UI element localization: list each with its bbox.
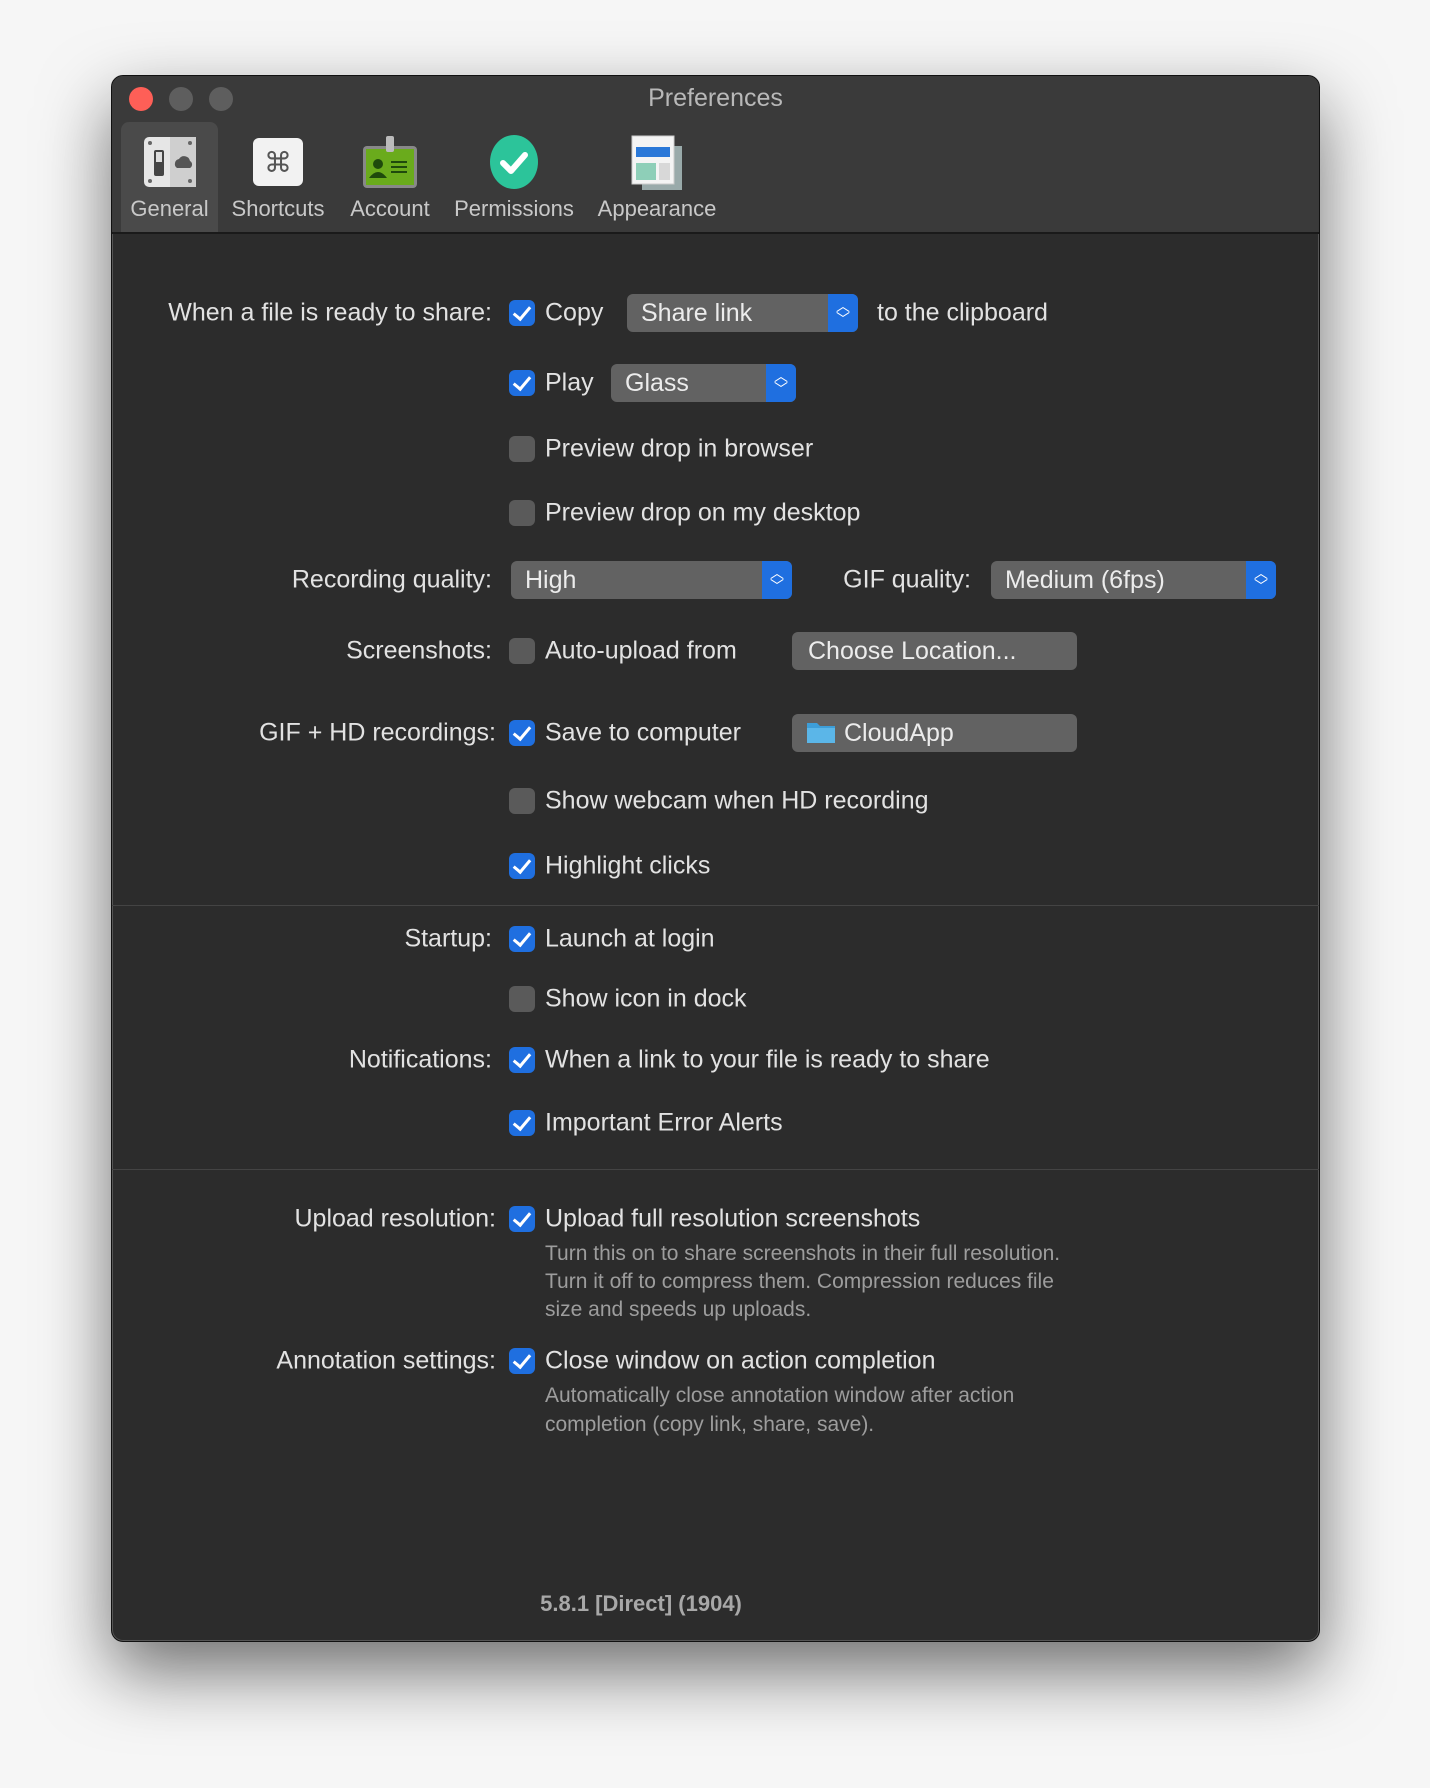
auto-upload-label: Auto-upload from (545, 636, 737, 665)
chevron-up-down-icon: ︿ ﹀ (766, 364, 796, 402)
svg-text:⌘: ⌘ (264, 146, 292, 179)
link-ready-label: When a link to your file is ready to sha… (545, 1045, 990, 1074)
copy-label: Copy (545, 298, 604, 327)
window-title: Preferences (648, 84, 783, 112)
checkmark-circle-icon (490, 135, 538, 189)
notifications-label: Notifications: (348, 1045, 492, 1074)
select-value: Share link (641, 299, 753, 327)
play-label: Play (545, 368, 594, 397)
close-window-label: Close window on action completion (545, 1346, 936, 1375)
version-label: 5.8.1 [Direct] (1904) (540, 1591, 742, 1616)
sound-select[interactable]: Glass ︿ ﹀ (611, 364, 796, 402)
clipboard-text: to the clipboard (877, 298, 1048, 327)
full-resolution-checkbox[interactable] (509, 1206, 535, 1232)
select-value: Medium (6fps) (1005, 566, 1165, 594)
webcam-checkbox[interactable] (509, 788, 535, 814)
preferences-window: Preferences General ⌘ Shortcuts Account … (111, 75, 1320, 1642)
upload-description: Turn this on to share screenshots in the… (545, 1242, 1061, 1265)
annotation-description: Automatically close annotation window af… (545, 1384, 1015, 1407)
highlight-clicks-label: Highlight clicks (545, 851, 711, 880)
annotation-description: completion (copy link, share, save). (545, 1413, 875, 1436)
preview-desktop-checkbox[interactable] (509, 500, 535, 526)
error-alerts-label: Important Error Alerts (545, 1108, 783, 1137)
gif-quality-select[interactable]: Medium (6fps) ︿ ﹀ (991, 561, 1276, 599)
save-folder-button[interactable]: CloudApp (792, 714, 1077, 752)
divider (112, 1169, 1319, 1170)
error-alerts-checkbox[interactable] (509, 1110, 535, 1136)
preview-desktop-label: Preview drop on my desktop (545, 498, 861, 527)
close-window-checkbox[interactable] (509, 1348, 535, 1374)
divider (112, 905, 1319, 906)
copy-type-select[interactable]: Share link ︿ ﹀ (627, 294, 858, 332)
chevron-up-down-icon: ︿ ﹀ (828, 294, 858, 332)
dock-icon-label: Show icon in dock (545, 984, 747, 1013)
general-switch-icon (143, 137, 196, 187)
save-to-computer-checkbox[interactable] (509, 720, 535, 746)
tab-permissions[interactable]: Permissions (454, 122, 574, 232)
tab-appearance[interactable]: Appearance (598, 122, 716, 232)
folder-icon (807, 723, 835, 743)
launch-at-login-label: Launch at login (545, 924, 715, 953)
screenshots-label: Screenshots: (346, 636, 492, 665)
recording-quality-label: Recording quality: (291, 565, 492, 594)
upload-description: size and speeds up uploads. (545, 1298, 812, 1321)
gif-hd-label: GIF + HD recordings: (259, 718, 496, 747)
webcam-label: Show webcam when HD recording (545, 786, 929, 815)
link-ready-checkbox[interactable] (509, 1047, 535, 1073)
preview-browser-label: Preview drop in browser (545, 434, 814, 463)
full-resolution-label: Upload full resolution screenshots (545, 1204, 921, 1233)
annotation-settings-label: Annotation settings: (276, 1346, 496, 1375)
copy-checkbox[interactable] (509, 300, 535, 326)
gif-quality-label: GIF quality: (843, 565, 971, 594)
chevron-up-down-icon: ︿ ﹀ (1246, 561, 1276, 599)
command-key-icon: ⌘ (253, 138, 303, 186)
launch-at-login-checkbox[interactable] (509, 926, 535, 952)
play-checkbox[interactable] (509, 370, 535, 396)
preview-browser-checkbox[interactable] (509, 436, 535, 462)
upload-description: Turn it off to compress them. Compressio… (545, 1270, 1054, 1293)
choose-location-button[interactable]: Choose Location... (792, 632, 1077, 670)
select-value: Glass (625, 369, 689, 397)
window-layout-icon (631, 135, 682, 190)
id-badge-icon (363, 136, 417, 188)
highlight-clicks-checkbox[interactable] (509, 853, 535, 879)
toolbar: Preferences General ⌘ Shortcuts Account … (112, 76, 1319, 234)
auto-upload-checkbox[interactable] (509, 638, 535, 664)
tab-label: Appearance (597, 196, 717, 221)
folder-name: CloudApp (844, 719, 954, 747)
upload-resolution-label: Upload resolution: (294, 1204, 496, 1233)
recording-quality-select[interactable]: High ︿ ﹀ (511, 561, 792, 599)
chevron-up-down-icon: ︿ ﹀ (762, 561, 792, 599)
save-to-computer-label: Save to computer (545, 718, 741, 747)
startup-label: Startup: (404, 924, 492, 953)
dock-icon-checkbox[interactable] (509, 986, 535, 1012)
share-label: When a file is ready to share: (168, 298, 492, 327)
select-value: High (525, 566, 577, 594)
